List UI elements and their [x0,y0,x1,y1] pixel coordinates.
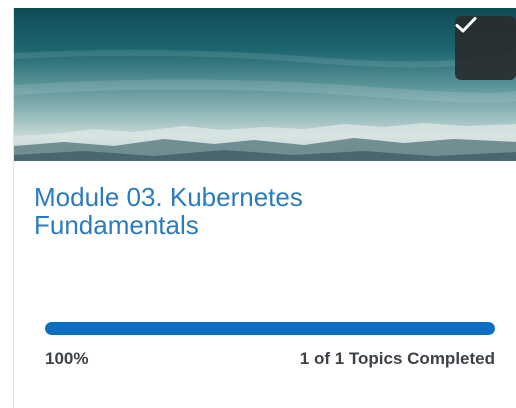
checkmark-icon [455,17,477,33]
module-card[interactable]: Module 03. Kubernetes Fundamentals 100% … [13,8,516,408]
topics-completed-count: 1 of 1 Topics Completed [299,349,495,368]
module-cover-image[interactable] [14,8,516,161]
completed-badge [455,16,516,80]
mountain-landscape-image [14,49,516,161]
progress-percent: 100% [45,349,89,368]
progress-bar [45,322,495,335]
progress-bar-fill [45,322,495,335]
module-title-link[interactable]: Module 03. Kubernetes Fundamentals [34,183,474,239]
